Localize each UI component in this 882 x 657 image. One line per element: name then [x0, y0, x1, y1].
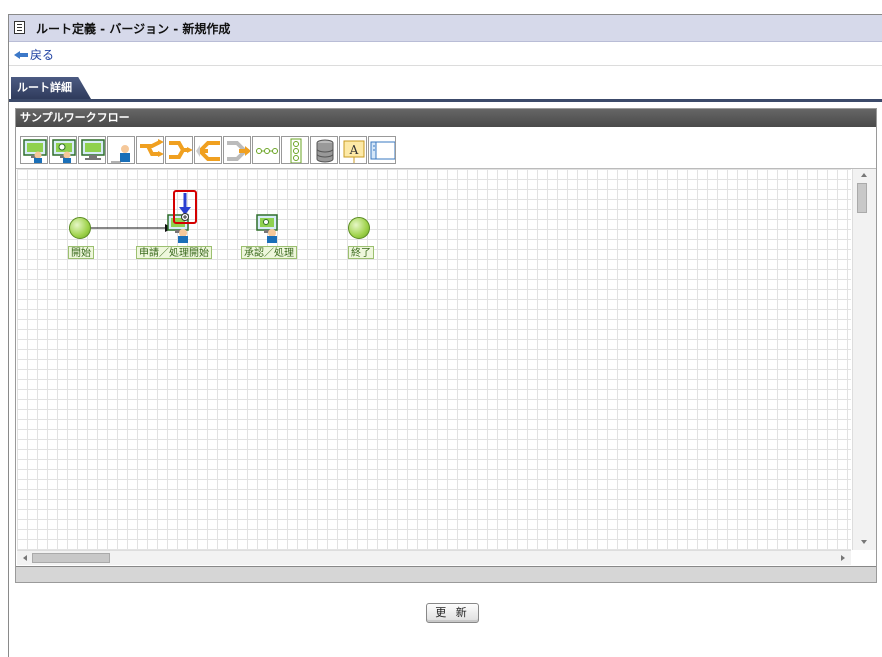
panel-title: サンプルワークフロー — [16, 109, 876, 127]
back-label: 戻る — [30, 48, 55, 62]
end-node[interactable] — [348, 217, 370, 239]
end-node-label: 終了 — [348, 246, 374, 259]
approve-task-node[interactable] — [256, 213, 284, 243]
tab-strip: ルート詳細 — [9, 77, 882, 102]
scroll-up-icon[interactable] — [861, 173, 867, 177]
connector-start-apply — [91, 224, 173, 232]
workflow-panel: サンプルワークフロー A 開始 申請／処理開始 承認／処理 終了 — [15, 108, 877, 583]
horizontal-scroll-thumb[interactable] — [32, 553, 110, 563]
vertical-scroll-thumb[interactable] — [857, 183, 867, 213]
vertical-scrollbar[interactable] — [852, 169, 876, 550]
process-task-icon[interactable] — [78, 136, 106, 164]
parallel-join-icon[interactable] — [223, 136, 251, 164]
branch-split-icon[interactable] — [136, 136, 164, 164]
task-node-icon[interactable] — [20, 136, 48, 164]
canvas-status-bar — [16, 566, 876, 582]
update-button[interactable]: 更 新 — [426, 603, 479, 623]
scroll-left-icon[interactable] — [23, 555, 27, 561]
drag-down-arrow-icon — [179, 193, 191, 221]
database-icon[interactable] — [310, 136, 338, 164]
branch-join-icon[interactable] — [165, 136, 193, 164]
back-arrow-icon — [14, 50, 28, 60]
workflow-canvas[interactable]: 開始 申請／処理開始 承認／処理 終了 — [17, 169, 851, 550]
start-node[interactable] — [69, 217, 91, 239]
scroll-down-icon[interactable] — [861, 540, 867, 544]
svg-text:A: A — [349, 143, 359, 157]
frame-container-icon[interactable] — [368, 136, 396, 164]
title-bar: ルート定義 - バージョン - 新規作成 — [9, 15, 882, 42]
user-task-icon[interactable] — [107, 136, 135, 164]
approval-task-icon[interactable] — [49, 136, 77, 164]
connector-line-icon[interactable] — [252, 136, 280, 164]
approve-task-label: 承認／処理 — [241, 246, 297, 259]
palette-toolbar: A — [16, 127, 876, 169]
back-link[interactable]: 戻る — [14, 46, 54, 63]
parallel-split-icon[interactable] — [194, 136, 222, 164]
window-title: ルート定義 - バージョン - 新規作成 — [36, 22, 231, 36]
back-bar: 戻る — [9, 42, 882, 66]
horizontal-scrollbar[interactable] — [17, 550, 851, 565]
scroll-right-icon[interactable] — [841, 555, 845, 561]
vertical-chain-icon[interactable] — [281, 136, 309, 164]
apply-task-label: 申請／処理開始 — [136, 246, 212, 259]
document-icon — [14, 21, 25, 34]
start-node-label: 開始 — [68, 246, 94, 259]
text-label-icon[interactable]: A — [339, 136, 367, 164]
tab-route-detail[interactable]: ルート詳細 — [11, 77, 91, 99]
